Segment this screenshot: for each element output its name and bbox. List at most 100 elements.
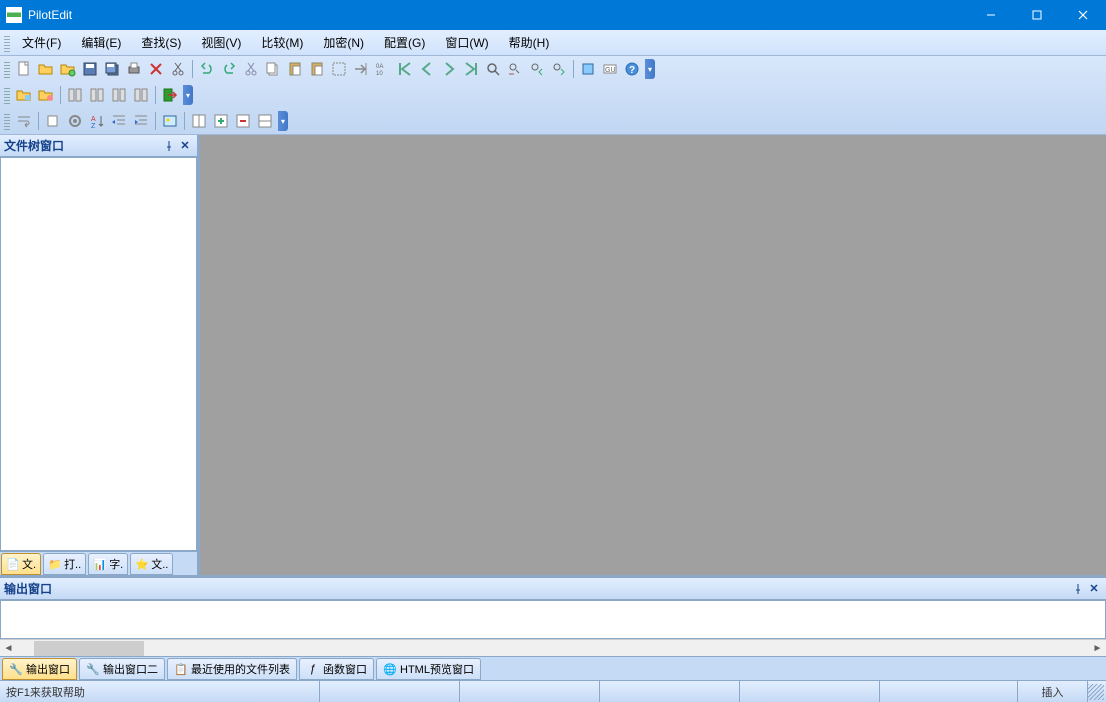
compare-folder-button[interactable] xyxy=(14,85,34,105)
paste-special-button[interactable] xyxy=(307,59,327,79)
scrollbar-thumb[interactable] xyxy=(34,641,144,656)
output-tab-recent[interactable]: 📋最近使用的文件列表 xyxy=(167,658,297,680)
save-all-button[interactable] xyxy=(102,59,122,79)
resize-grip-icon[interactable] xyxy=(1088,684,1104,700)
output-header: 输出窗口 ✕ xyxy=(0,578,1106,600)
new-file-button[interactable] xyxy=(14,59,34,79)
print-button[interactable] xyxy=(124,59,144,79)
open-folder-button[interactable] xyxy=(58,59,78,79)
compare2-button[interactable] xyxy=(87,85,107,105)
menu-window[interactable]: 窗口(W) xyxy=(435,31,498,54)
undo-button[interactable] xyxy=(197,59,217,79)
help-button[interactable]: ? xyxy=(622,59,642,79)
compare-file-button[interactable] xyxy=(36,85,56,105)
find-replace-button[interactable] xyxy=(505,59,525,79)
image-button[interactable] xyxy=(160,111,180,131)
prev-button[interactable] xyxy=(417,59,437,79)
file-tree-body[interactable] xyxy=(0,157,197,551)
find-next-button[interactable] xyxy=(549,59,569,79)
list-icon: 📋 xyxy=(174,662,188,676)
scroll-left-icon[interactable]: ◄ xyxy=(0,640,17,657)
toolbar-overflow-icon[interactable]: ▾ xyxy=(645,59,655,79)
output-tab-output2[interactable]: 🔧输出窗口二 xyxy=(79,658,165,680)
status-cell xyxy=(320,681,460,702)
separator-icon xyxy=(38,112,39,130)
bookmark-button[interactable] xyxy=(578,59,598,79)
menubar-grip[interactable] xyxy=(4,34,10,52)
svg-text:GU: GU xyxy=(605,67,616,74)
last-button[interactable] xyxy=(461,59,481,79)
menu-compare[interactable]: 比较(M) xyxy=(251,31,313,54)
toolbar-overflow-icon[interactable]: ▾ xyxy=(183,85,193,105)
select-all-button[interactable] xyxy=(329,59,349,79)
output-tab-output[interactable]: 🔧输出窗口 xyxy=(2,658,77,680)
menubar: 文件(F) 编辑(E) 查找(S) 视图(V) 比较(M) 加密(N) 配置(G… xyxy=(0,30,1106,56)
output-tab-function[interactable]: ƒ函数窗口 xyxy=(299,658,374,680)
toolbars: 0A10 GU ? ▾ ▾ AZ xyxy=(0,56,1106,134)
output-tab-html[interactable]: 🌐HTML预览窗口 xyxy=(376,658,481,680)
settings-button[interactable] xyxy=(65,111,85,131)
sort-button[interactable]: AZ xyxy=(87,111,107,131)
wordwrap-button[interactable] xyxy=(14,111,34,131)
side-tab-label: 文. xyxy=(22,556,36,572)
compare3-button[interactable] xyxy=(109,85,129,105)
toolbar-grip[interactable] xyxy=(4,112,10,130)
first-button[interactable] xyxy=(395,59,415,79)
indent-button[interactable] xyxy=(109,111,129,131)
delete-button[interactable] xyxy=(146,59,166,79)
remove-button[interactable] xyxy=(233,111,253,131)
cut2-button[interactable] xyxy=(241,59,261,79)
close-panel-icon[interactable]: ✕ xyxy=(1086,581,1102,597)
separator-icon xyxy=(155,112,156,130)
menu-file[interactable]: 文件(F) xyxy=(12,31,71,54)
menu-help[interactable]: 帮助(H) xyxy=(499,31,560,54)
cut-button[interactable] xyxy=(168,59,188,79)
find-prev-button[interactable] xyxy=(527,59,547,79)
side-tab-open[interactable]: 📁打.. xyxy=(43,553,86,575)
status-insert: 插入 xyxy=(1018,681,1088,702)
menu-config[interactable]: 配置(G) xyxy=(374,31,435,54)
pin-icon[interactable] xyxy=(161,138,177,154)
vsplit-button[interactable] xyxy=(189,111,209,131)
close-panel-icon[interactable]: ✕ xyxy=(177,138,193,154)
maximize-button[interactable] xyxy=(1014,0,1060,30)
separator-icon xyxy=(155,86,156,104)
exit-button[interactable] xyxy=(160,85,180,105)
output-tab-label: 最近使用的文件列表 xyxy=(191,661,290,677)
pin-icon[interactable] xyxy=(1070,581,1086,597)
compare1-button[interactable] xyxy=(65,85,85,105)
save-button[interactable] xyxy=(80,59,100,79)
paste-button[interactable] xyxy=(285,59,305,79)
outdent-button[interactable] xyxy=(131,111,151,131)
close-button[interactable] xyxy=(1060,0,1106,30)
minimize-button[interactable] xyxy=(968,0,1014,30)
redo-button[interactable] xyxy=(219,59,239,79)
side-tab-fav[interactable]: ⭐文.. xyxy=(130,553,173,575)
svg-text:?: ? xyxy=(629,65,635,76)
menu-find[interactable]: 查找(S) xyxy=(131,31,191,54)
hex-button[interactable]: 0A10 xyxy=(373,59,393,79)
guid-button[interactable]: GU xyxy=(600,59,620,79)
menu-view[interactable]: 视图(V) xyxy=(191,31,251,54)
menu-edit[interactable]: 编辑(E) xyxy=(71,31,131,54)
output-icon: 🔧 xyxy=(86,662,100,676)
find-button[interactable] xyxy=(483,59,503,79)
side-tab-char[interactable]: 📊字. xyxy=(88,553,128,575)
toolbar-grip[interactable] xyxy=(4,60,10,78)
tile-button[interactable] xyxy=(255,111,275,131)
copy-button[interactable] xyxy=(263,59,283,79)
add-button[interactable] xyxy=(211,111,231,131)
goto-button[interactable] xyxy=(351,59,371,79)
menu-encrypt[interactable]: 加密(N) xyxy=(313,31,374,54)
toolbar-grip[interactable] xyxy=(4,86,10,104)
open-file-button[interactable] xyxy=(36,59,56,79)
editor-area[interactable] xyxy=(198,135,1106,575)
scroll-right-icon[interactable]: ► xyxy=(1089,640,1106,657)
output-body[interactable] xyxy=(0,600,1106,639)
next-button[interactable] xyxy=(439,59,459,79)
copy-format-button[interactable] xyxy=(43,111,63,131)
horizontal-scrollbar[interactable]: ◄ ► xyxy=(0,639,1106,656)
compare4-button[interactable] xyxy=(131,85,151,105)
toolbar-overflow-icon[interactable]: ▾ xyxy=(278,111,288,131)
side-tab-file[interactable]: 📄文. xyxy=(1,553,41,575)
